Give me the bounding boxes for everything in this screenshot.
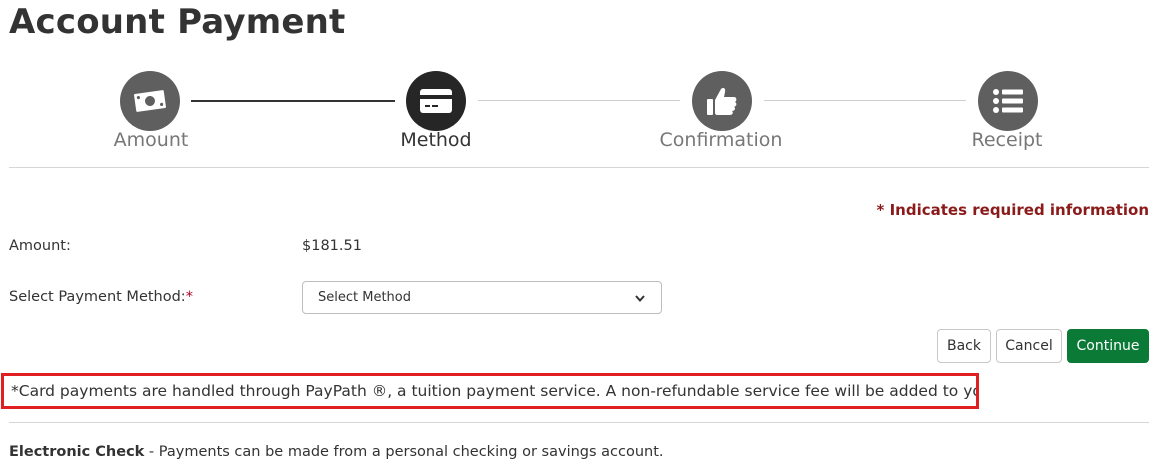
step-connector [764, 100, 966, 101]
electronic-check-info: Electronic Check - Payments can be made … [9, 444, 664, 460]
step-receipt-circle [978, 71, 1038, 131]
payment-method-label-text: Select Payment Method: [9, 289, 186, 305]
money-bill-icon [134, 90, 166, 112]
step-connector [478, 100, 680, 101]
section-divider [9, 422, 1149, 423]
step-amount-label: Amount [113, 129, 189, 151]
electronic-check-title: Electronic Check [9, 444, 145, 460]
required-info-note: * Indicates required information [876, 201, 1149, 219]
progress-stepper: Amount Method Confirmation Receipt [0, 0, 1158, 168]
back-button[interactable]: Back [937, 329, 991, 363]
step-amount-circle [120, 71, 180, 131]
amount-label: Amount: [9, 238, 71, 254]
payment-method-selected-value: Select Method [318, 290, 411, 305]
payment-method-label: Select Payment Method:* [9, 289, 193, 305]
chevron-down-icon [635, 294, 645, 302]
cancel-button[interactable]: Cancel [996, 329, 1062, 363]
electronic-check-description: - Payments can be made from a personal c… [144, 444, 664, 460]
step-method-circle [406, 71, 466, 131]
step-confirmation-circle [692, 71, 752, 131]
payment-method-select[interactable]: Select Method [302, 281, 662, 314]
credit-card-icon [420, 89, 452, 113]
step-receipt-label: Receipt [971, 129, 1043, 151]
card-payment-notice-text: *Card payments are handled through PayPa… [11, 382, 979, 400]
required-marker: * [185, 289, 193, 305]
card-payment-notice: *Card payments are handled through PayPa… [1, 373, 979, 409]
stepper-divider [9, 167, 1149, 168]
thumbs-up-icon [707, 88, 737, 115]
amount-value: $181.51 [302, 238, 362, 254]
continue-button[interactable]: Continue [1067, 329, 1149, 363]
step-method-label: Method [400, 129, 472, 151]
step-confirmation-label: Confirmation [659, 129, 783, 151]
list-icon [993, 89, 1023, 113]
step-connector-completed [191, 100, 395, 102]
